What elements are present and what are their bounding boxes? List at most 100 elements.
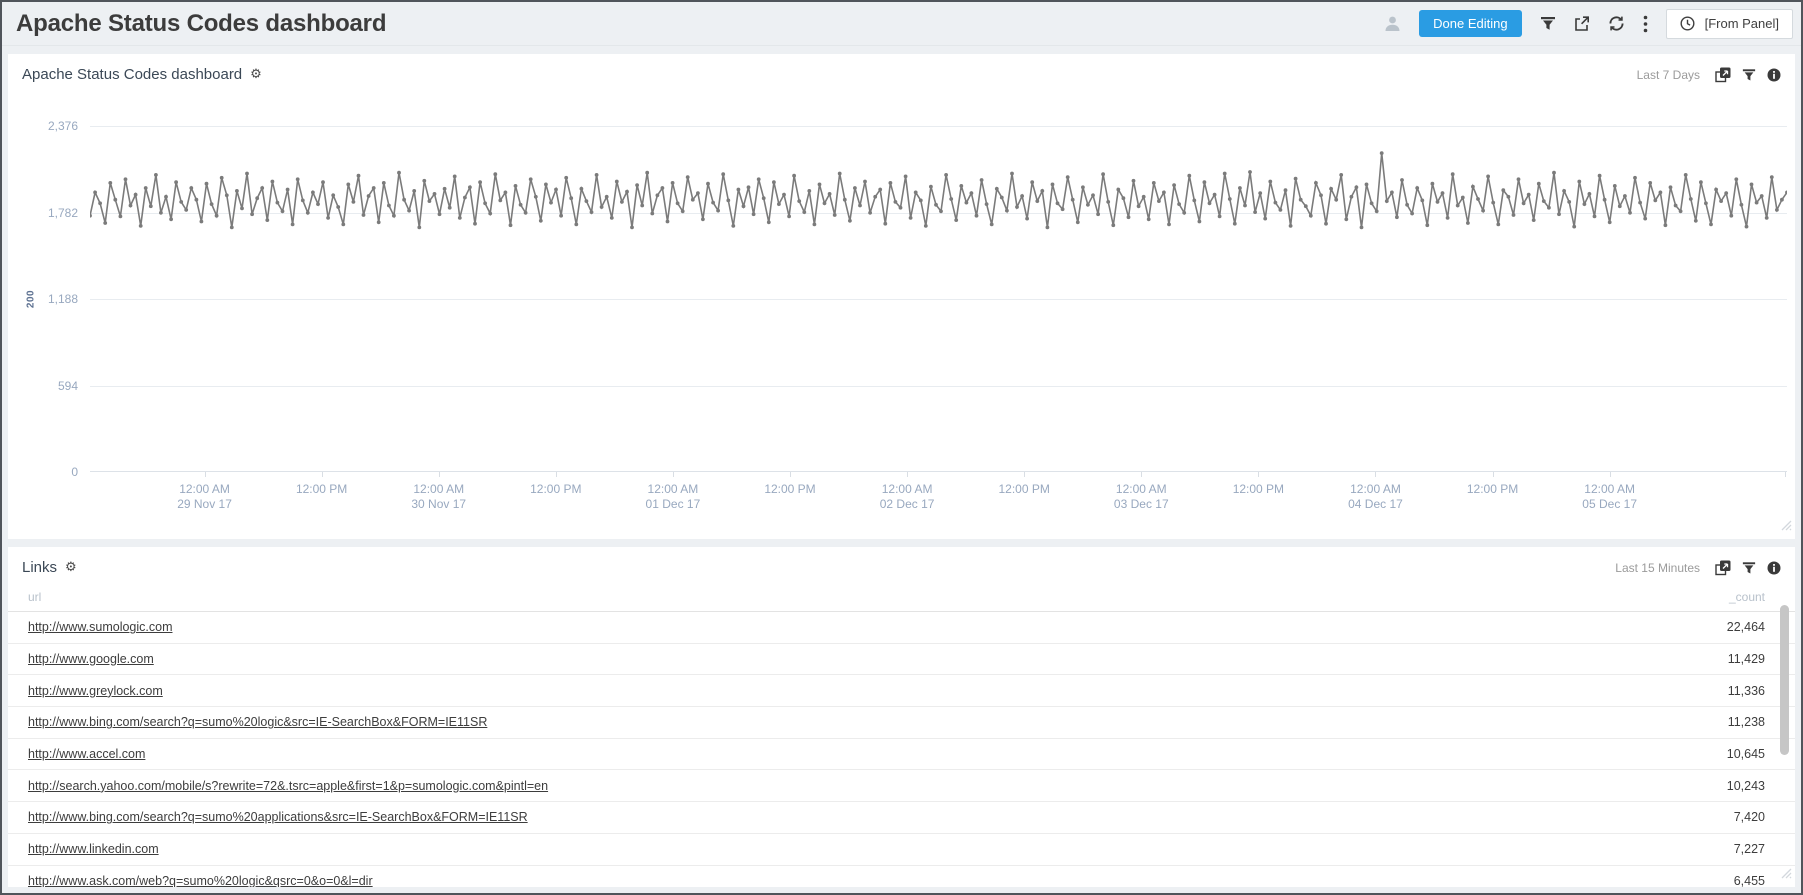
gear-icon[interactable]: ⚙ [65, 561, 77, 574]
y-tick-label: 594 [8, 379, 78, 393]
url-link[interactable]: http://www.greylock.com [28, 684, 163, 698]
x-tick-label: 12:00 PM [764, 482, 815, 497]
count-value: 7,227 [1734, 842, 1765, 856]
x-tick-label: 12:00 AM04 Dec 17 [1348, 482, 1403, 512]
x-tick-label: 12:00 PM [999, 482, 1050, 497]
status-codes-chart: 200 2,3761,7821,1885940 12:00 AM29 Nov 1… [8, 97, 1795, 537]
x-tick-mark [1375, 472, 1376, 477]
y-tick-label: 2,376 [8, 119, 78, 133]
column-header-url[interactable]: url [28, 590, 41, 604]
time-range-selector[interactable]: [From Panel] [1666, 9, 1793, 39]
gear-icon[interactable]: ⚙ [250, 68, 262, 81]
x-tick-mark [1785, 472, 1786, 477]
table-row: http://www.sumologic.com 22,464 [8, 612, 1795, 644]
links-time-range: Last 15 Minutes [1615, 561, 1700, 575]
clock-icon [1680, 16, 1695, 31]
count-value: 6,455 [1734, 874, 1765, 887]
url-link[interactable]: http://www.sumologic.com [28, 620, 173, 634]
chart-x-axis: 12:00 AM29 Nov 17 12:00 PM 12:00 AM30 Nov … [90, 482, 1787, 522]
info-icon[interactable] [1767, 68, 1781, 82]
table-row: http://www.google.com 11,429 [8, 644, 1795, 676]
panel-filter-icon[interactable] [1742, 561, 1756, 575]
x-tick-mark [205, 472, 206, 477]
links-panel-header: Links ⚙ Last 15 Minutes [8, 547, 1795, 576]
x-tick-mark [322, 472, 323, 477]
links-table-header: url _count [8, 576, 1795, 612]
table-row: http://www.bing.com/search?q=sumo%20logi… [8, 707, 1795, 739]
refresh-icon[interactable] [1608, 15, 1625, 32]
chart-panel-title: Apache Status Codes dashboard [22, 66, 242, 83]
links-scrollbar[interactable] [1780, 605, 1790, 885]
x-tick-label: 12:00 AM30 Nov 17 [411, 482, 466, 512]
chart-time-range: Last 7 Days [1637, 68, 1700, 82]
y-tick-label: 1,782 [8, 206, 78, 220]
x-tick-label: 12:00 PM [296, 482, 347, 497]
x-tick-label: 12:00 AM01 Dec 17 [646, 482, 701, 512]
x-tick-label: 12:00 AM29 Nov 17 [177, 482, 232, 512]
y-tick-label: 0 [8, 465, 78, 479]
url-link[interactable]: http://www.accel.com [28, 747, 145, 761]
x-tick-label: 12:00 AM02 Dec 17 [880, 482, 935, 512]
x-tick-label: 12:00 AM03 Dec 17 [1114, 482, 1169, 512]
count-value: 11,238 [1728, 715, 1765, 729]
x-tick-mark [556, 472, 557, 477]
count-value: 22,464 [1727, 620, 1765, 634]
user-icon[interactable] [1384, 15, 1401, 32]
table-row: http://www.ask.com/web?q=sumo%20logic&qs… [8, 866, 1795, 888]
y-tick-label: 1,188 [8, 292, 78, 306]
count-value: 11,429 [1728, 652, 1765, 666]
panel-filter-icon[interactable] [1742, 68, 1756, 82]
chart-panel-header: Apache Status Codes dashboard ⚙ Last 7 D… [8, 54, 1795, 83]
dashboard-screen: Apache Status Codes dashboard Done Editi… [0, 0, 1803, 895]
page-title: Apache Status Codes dashboard [16, 10, 1384, 38]
count-value: 11,336 [1728, 684, 1765, 698]
top-bar: Apache Status Codes dashboard Done Editi… [2, 2, 1801, 46]
info-icon[interactable] [1767, 561, 1781, 575]
kebab-menu-icon[interactable] [1643, 15, 1648, 33]
open-search-icon[interactable] [1715, 67, 1731, 83]
table-row: http://www.greylock.com 11,336 [8, 675, 1795, 707]
x-tick-mark [439, 472, 440, 477]
x-tick-mark [1258, 472, 1259, 477]
table-row: http://www.accel.com 10,645 [8, 739, 1795, 771]
links-panel-title: Links [22, 559, 57, 576]
panel-resize-handle[interactable] [1779, 518, 1792, 536]
panel-resize-handle[interactable] [1779, 866, 1792, 884]
url-link[interactable]: http://www.bing.com/search?q=sumo%20logi… [28, 715, 487, 729]
count-value: 10,645 [1727, 747, 1765, 761]
url-link[interactable]: http://www.bing.com/search?q=sumo%20appl… [28, 810, 528, 824]
links-table-body: http://www.sumologic.com 22,464 http://w… [8, 612, 1795, 887]
table-row: http://www.bing.com/search?q=sumo%20appl… [8, 802, 1795, 834]
chart-plot[interactable] [90, 97, 1787, 472]
url-link[interactable]: http://search.yahoo.com/mobile/s?rewrite… [28, 779, 548, 793]
x-tick-mark [1141, 472, 1142, 477]
x-tick-label: 12:00 PM [530, 482, 581, 497]
x-tick-mark [1493, 472, 1494, 477]
share-icon[interactable] [1574, 16, 1590, 32]
top-bar-actions: Done Editing [From Panel] [1384, 9, 1793, 39]
x-tick-mark [1610, 472, 1611, 477]
scrollbar-thumb[interactable] [1780, 605, 1789, 755]
x-tick-mark [673, 472, 674, 477]
x-tick-mark [1024, 472, 1025, 477]
x-tick-mark [907, 472, 908, 477]
links-panel: Links ⚙ Last 15 Minutes url _count http:… [8, 547, 1795, 887]
x-tick-label: 12:00 PM [1233, 482, 1284, 497]
x-tick-mark [790, 472, 791, 477]
column-header-count[interactable]: _count [1729, 590, 1765, 604]
open-search-icon[interactable] [1715, 560, 1731, 576]
count-value: 10,243 [1727, 779, 1765, 793]
table-row: http://www.linkedin.com 7,227 [8, 834, 1795, 866]
count-value: 7,420 [1734, 810, 1765, 824]
url-link[interactable]: http://www.google.com [28, 652, 154, 666]
x-tick-label: 12:00 AM05 Dec 17 [1582, 482, 1637, 512]
time-range-label: [From Panel] [1705, 16, 1779, 31]
url-link[interactable]: http://www.ask.com/web?q=sumo%20logic&qs… [28, 874, 373, 887]
chart-panel: Apache Status Codes dashboard ⚙ Last 7 D… [8, 54, 1795, 539]
table-row: http://search.yahoo.com/mobile/s?rewrite… [8, 770, 1795, 802]
done-editing-button[interactable]: Done Editing [1419, 10, 1521, 37]
url-link[interactable]: http://www.linkedin.com [28, 842, 159, 856]
line-series-200 [90, 97, 1787, 472]
x-tick-label: 12:00 PM [1467, 482, 1518, 497]
filter-icon[interactable] [1540, 16, 1556, 31]
